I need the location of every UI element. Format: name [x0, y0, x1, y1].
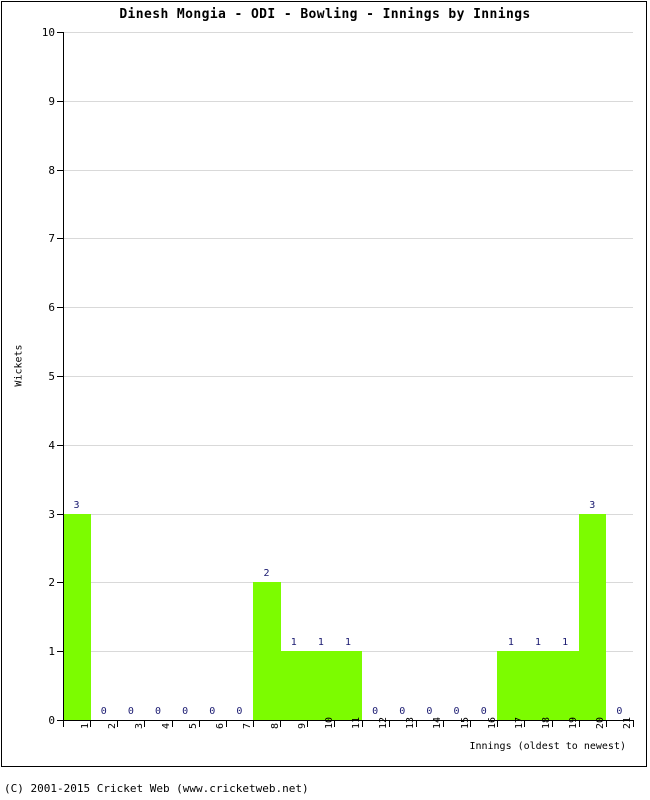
- footer-copyright: (C) 2001-2015 Cricket Web (www.cricketwe…: [4, 782, 309, 795]
- x-tick-label: 15: [459, 716, 471, 729]
- bar: [63, 513, 91, 720]
- bar: [307, 651, 335, 720]
- x-tick-label: 18: [541, 716, 552, 729]
- bar-value-label: 1: [317, 637, 324, 649]
- y-tick-label: 6: [48, 301, 55, 315]
- gridline: [63, 513, 633, 515]
- x-tick-label: 2: [106, 722, 118, 729]
- x-tick-label: 21: [622, 716, 634, 729]
- gridline: [63, 307, 633, 309]
- x-tick-label: 3: [133, 722, 145, 729]
- gridline: [63, 169, 633, 171]
- x-tick-label: 17: [513, 716, 525, 729]
- bar-value-label: 0: [453, 706, 460, 717]
- gridline: [63, 376, 633, 377]
- gridline: [63, 444, 633, 446]
- bar-value-label: 1: [344, 637, 351, 649]
- y-tick-label: 4: [48, 438, 55, 452]
- x-tick-label: 20: [595, 716, 607, 729]
- gridline: [63, 100, 633, 102]
- y-tick-mark: [57, 376, 63, 377]
- y-tick-label: 3: [48, 507, 55, 521]
- x-tick-label: 5: [188, 722, 200, 729]
- x-tick-label: 4: [161, 722, 172, 729]
- y-tick-label: 7: [48, 232, 55, 246]
- y-axis-title: Wickets: [13, 344, 25, 387]
- y-tick-mark: [57, 651, 63, 653]
- bar-value-label: 0: [426, 706, 433, 717]
- bar-value-label: 0: [209, 706, 216, 717]
- gridline: [63, 238, 633, 240]
- x-tick-label: 1: [79, 722, 91, 729]
- bar: [524, 651, 553, 720]
- x-tick-label: 7: [242, 722, 254, 729]
- bar-value-label: 0: [372, 706, 379, 717]
- y-axis-tick-labels: 10 9 8 7 6 5 4 3 2 1 0: [0, 0, 55, 800]
- gridline: [63, 32, 633, 33]
- bar-value-label: 1: [290, 637, 297, 649]
- x-tick-label: 12: [378, 716, 390, 729]
- bar-value-label: 0: [100, 706, 107, 717]
- bar-value-label: 0: [616, 706, 623, 717]
- y-tick-mark: [57, 444, 63, 446]
- bar-value-label: 3: [589, 499, 596, 511]
- bar-value-label: 0: [127, 706, 134, 717]
- x-tick-label: 8: [269, 722, 281, 729]
- y-tick-mark: [57, 582, 63, 584]
- x-tick-label: 19: [568, 716, 580, 729]
- y-tick-label: 8: [48, 163, 55, 177]
- y-tick-label: 1: [48, 645, 55, 659]
- bar-value-label: 0: [480, 706, 487, 717]
- y-tick-label: 9: [48, 94, 55, 108]
- bar-value-label: 1: [534, 637, 541, 649]
- y-tick-mark: [57, 307, 63, 309]
- y-tick-mark: [57, 238, 63, 240]
- x-tick-label: 13: [405, 716, 417, 729]
- gridline: [63, 582, 633, 584]
- x-tick-label: 16: [486, 716, 498, 729]
- bar: [497, 651, 525, 720]
- x-tick-mark: [253, 721, 254, 727]
- x-tick-label: 14: [432, 716, 444, 729]
- y-tick-mark: [57, 32, 63, 33]
- chart-title: Dinesh Mongia - ODI - Bowling - Innings …: [119, 7, 531, 22]
- y-tick-mark: [57, 169, 63, 171]
- bar-value-label: 1: [562, 637, 569, 649]
- plot-area: [63, 32, 633, 720]
- chart-page: Dinesh Mongia - ODI - Bowling - Innings …: [0, 0, 650, 800]
- bar-value-label: 2: [263, 568, 270, 580]
- x-tick-mark: [633, 721, 634, 727]
- y-axis-line: [63, 32, 64, 721]
- bar-value-label: 0: [236, 706, 243, 717]
- bar-value-label: 0: [182, 706, 189, 717]
- y-tick-label: 2: [48, 576, 55, 590]
- y-tick-mark: [57, 513, 63, 515]
- y-tick-label: 0: [48, 714, 55, 727]
- x-tick-mark: [63, 721, 64, 727]
- bar-value-label: 1: [507, 637, 514, 649]
- bar-value-label: 0: [399, 706, 406, 717]
- bar: [578, 513, 607, 720]
- y-tick-mark: [57, 100, 63, 102]
- x-tick-label: 10: [323, 716, 335, 729]
- bar-value-label: 3: [73, 499, 80, 511]
- x-tick-mark: [443, 721, 444, 727]
- x-tick-label: 11: [351, 716, 362, 729]
- x-axis-title: Innings (oldest to newest): [469, 741, 626, 752]
- x-tick-label: 9: [296, 722, 308, 729]
- bar: [334, 651, 363, 720]
- bar: [280, 651, 308, 720]
- bar-value-label: 0: [154, 706, 161, 717]
- y-tick-label: 10: [41, 26, 55, 39]
- bar: [551, 651, 580, 720]
- x-tick-label: 6: [215, 722, 227, 729]
- bar: [253, 582, 281, 720]
